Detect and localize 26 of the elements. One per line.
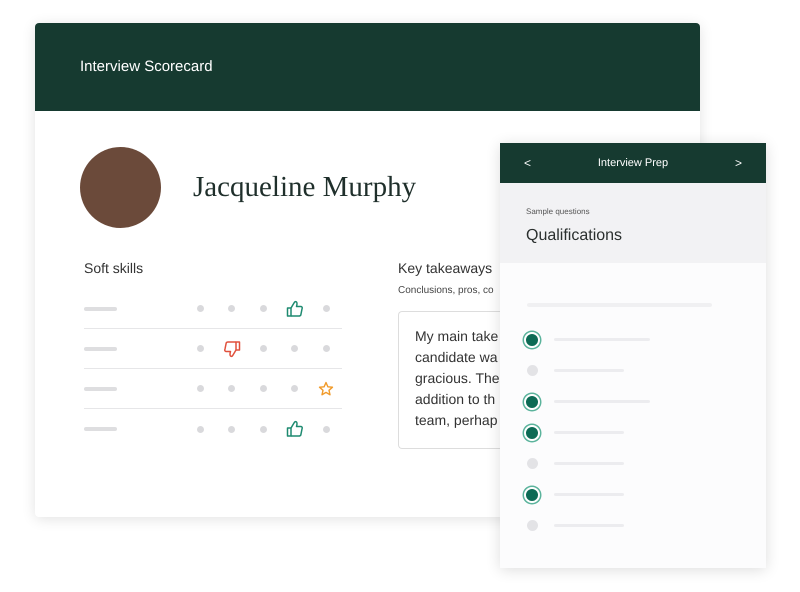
next-button[interactable]: > — [734, 154, 742, 172]
thumbs-up-icon[interactable] — [286, 420, 304, 438]
checked-radio[interactable] — [524, 486, 540, 502]
text-placeholder-bar — [84, 306, 116, 310]
previous-button[interactable]: < — [524, 154, 532, 172]
unchecked-radio[interactable] — [526, 520, 538, 531]
section-heading: Soft skills — [84, 259, 144, 278]
card-title: Interview Scorecard — [80, 56, 213, 77]
checked-radio[interactable] — [524, 424, 540, 440]
text-placeholder-bar — [84, 427, 116, 431]
thumbs-down-icon[interactable] — [222, 340, 241, 358]
thumbs-up-icon[interactable] — [286, 300, 304, 318]
unchecked-radio[interactable] — [526, 365, 538, 376]
takeaway-text: My main take candidate wa gracious. The addition to th team, perhap — [415, 327, 501, 430]
prep-title: Interview Prep — [598, 156, 668, 171]
star-icon[interactable] — [318, 380, 334, 396]
checked-radio[interactable] — [524, 394, 540, 410]
checked-radio[interactable] — [524, 332, 540, 348]
section-hint: Conclusions, pros, co — [398, 284, 495, 298]
candidate-name: Jacqueline Murphy — [193, 170, 416, 205]
section-eyebrow: Sample questions — [526, 206, 591, 218]
text-placeholder-bar — [84, 386, 116, 390]
text-placeholder-bar — [84, 346, 116, 350]
section-title: Qualifications — [526, 226, 624, 246]
section-heading: Key takeaways — [398, 259, 494, 278]
unchecked-radio[interactable] — [526, 458, 538, 469]
